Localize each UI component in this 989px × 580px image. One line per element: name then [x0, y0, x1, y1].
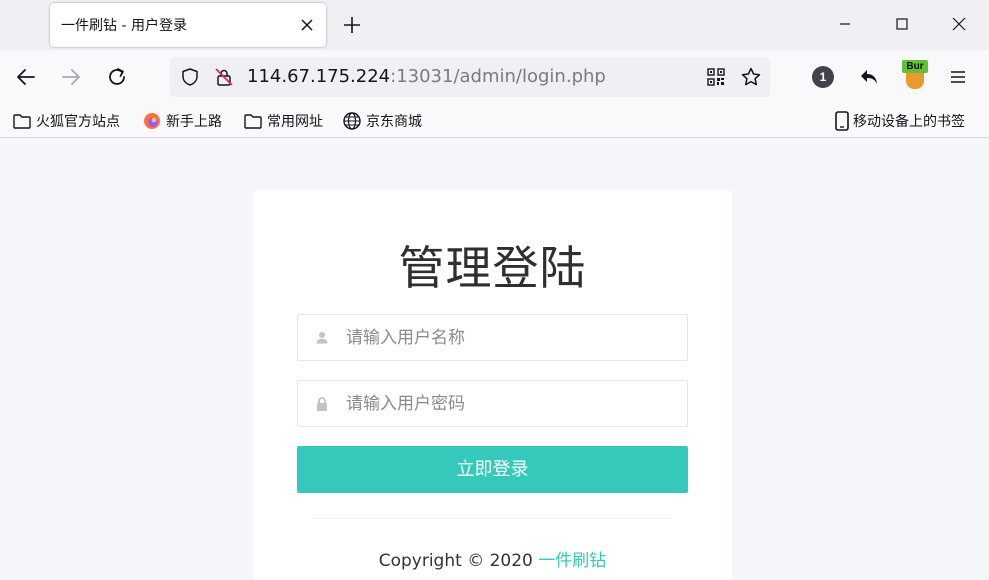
- address-bar[interactable]: 114.67.175.224:13031/admin/login.php: [170, 57, 770, 97]
- mobile-bookmarks-label: 移动设备上的书签: [853, 114, 965, 130]
- back-arrow-icon[interactable]: [15, 66, 37, 88]
- folder-icon: [244, 114, 262, 129]
- url-text[interactable]: 114.67.175.224:13031/admin/login.php: [247, 66, 606, 87]
- burp-label: Bur: [902, 60, 928, 73]
- mobile-icon: [835, 111, 849, 131]
- page-title: 管理登陆: [398, 241, 587, 295]
- hamburger-menu-icon[interactable]: [948, 67, 968, 87]
- copyright: Copyright © 2020 一件刷钻: [253, 546, 732, 571]
- forward-arrow-icon[interactable]: [60, 66, 82, 88]
- url-host: 114.67.175.224: [247, 66, 391, 87]
- globe-icon: [343, 112, 361, 130]
- mobile-bookmarks-item[interactable]: 移动设备上的书签: [834, 110, 965, 132]
- bookmark-star-icon[interactable]: [740, 66, 762, 88]
- new-tab-icon[interactable]: [340, 13, 364, 37]
- bookmark-label: 京东商城: [366, 114, 422, 130]
- folder-icon: [13, 114, 31, 129]
- copyright-link[interactable]: 一件刷钻: [538, 551, 606, 571]
- login-button[interactable]: 立即登录: [297, 446, 688, 493]
- extension-badge-icon[interactable]: 1: [812, 66, 834, 88]
- copyright-text: Copyright © 2020: [378, 551, 533, 571]
- lock-icon: [317, 397, 327, 411]
- bookmark-item[interactable]: 常用网址: [243, 110, 323, 132]
- reload-icon[interactable]: [106, 66, 128, 88]
- shield-icon[interactable]: [180, 67, 200, 87]
- firefox-icon: [144, 113, 160, 129]
- close-window-icon[interactable]: [946, 11, 972, 37]
- bookmark-item[interactable]: 新手上路: [142, 110, 222, 132]
- username-field[interactable]: [297, 314, 688, 361]
- bookmark-item[interactable]: 火狐官方站点: [12, 110, 120, 132]
- tab-title: 一件刷钻 - 用户登录: [61, 18, 187, 34]
- username-input[interactable]: [346, 325, 676, 351]
- reply-arrow-icon[interactable]: [858, 66, 880, 88]
- bookmarks-toolbar: 火狐官方站点 新手上路 常用网址 京东商城 移动设备上的书签: [0, 104, 989, 138]
- url-path: :13031/admin/login.php: [390, 66, 606, 87]
- burp-extension-icon[interactable]: Bur: [902, 60, 928, 90]
- tab-strip: 一件刷钻 - 用户登录: [0, 0, 989, 50]
- navigation-toolbar: 114.67.175.224:13031/admin/login.php 1 B…: [0, 50, 989, 104]
- login-card: 管理登陆 立即登录 Copyright © 2020 一件刷钻: [253, 190, 732, 580]
- qr-code-icon[interactable]: [706, 67, 726, 87]
- bookmark-label: 火狐官方站点: [36, 114, 120, 130]
- divider: [313, 518, 672, 519]
- password-field[interactable]: [297, 380, 688, 427]
- bookmark-label: 新手上路: [166, 114, 222, 130]
- close-tab-icon[interactable]: [298, 16, 316, 34]
- bookmark-label: 常用网址: [267, 114, 323, 130]
- maximize-window-icon[interactable]: [889, 11, 915, 37]
- user-icon: [316, 332, 328, 344]
- minimize-window-icon[interactable]: [832, 11, 858, 37]
- bookmark-item[interactable]: 京东商城: [342, 110, 422, 132]
- burp-face-icon: [906, 73, 924, 89]
- password-input[interactable]: [346, 391, 676, 417]
- browser-tab-active[interactable]: 一件刷钻 - 用户登录: [50, 3, 326, 47]
- insecure-lock-icon[interactable]: [214, 67, 234, 87]
